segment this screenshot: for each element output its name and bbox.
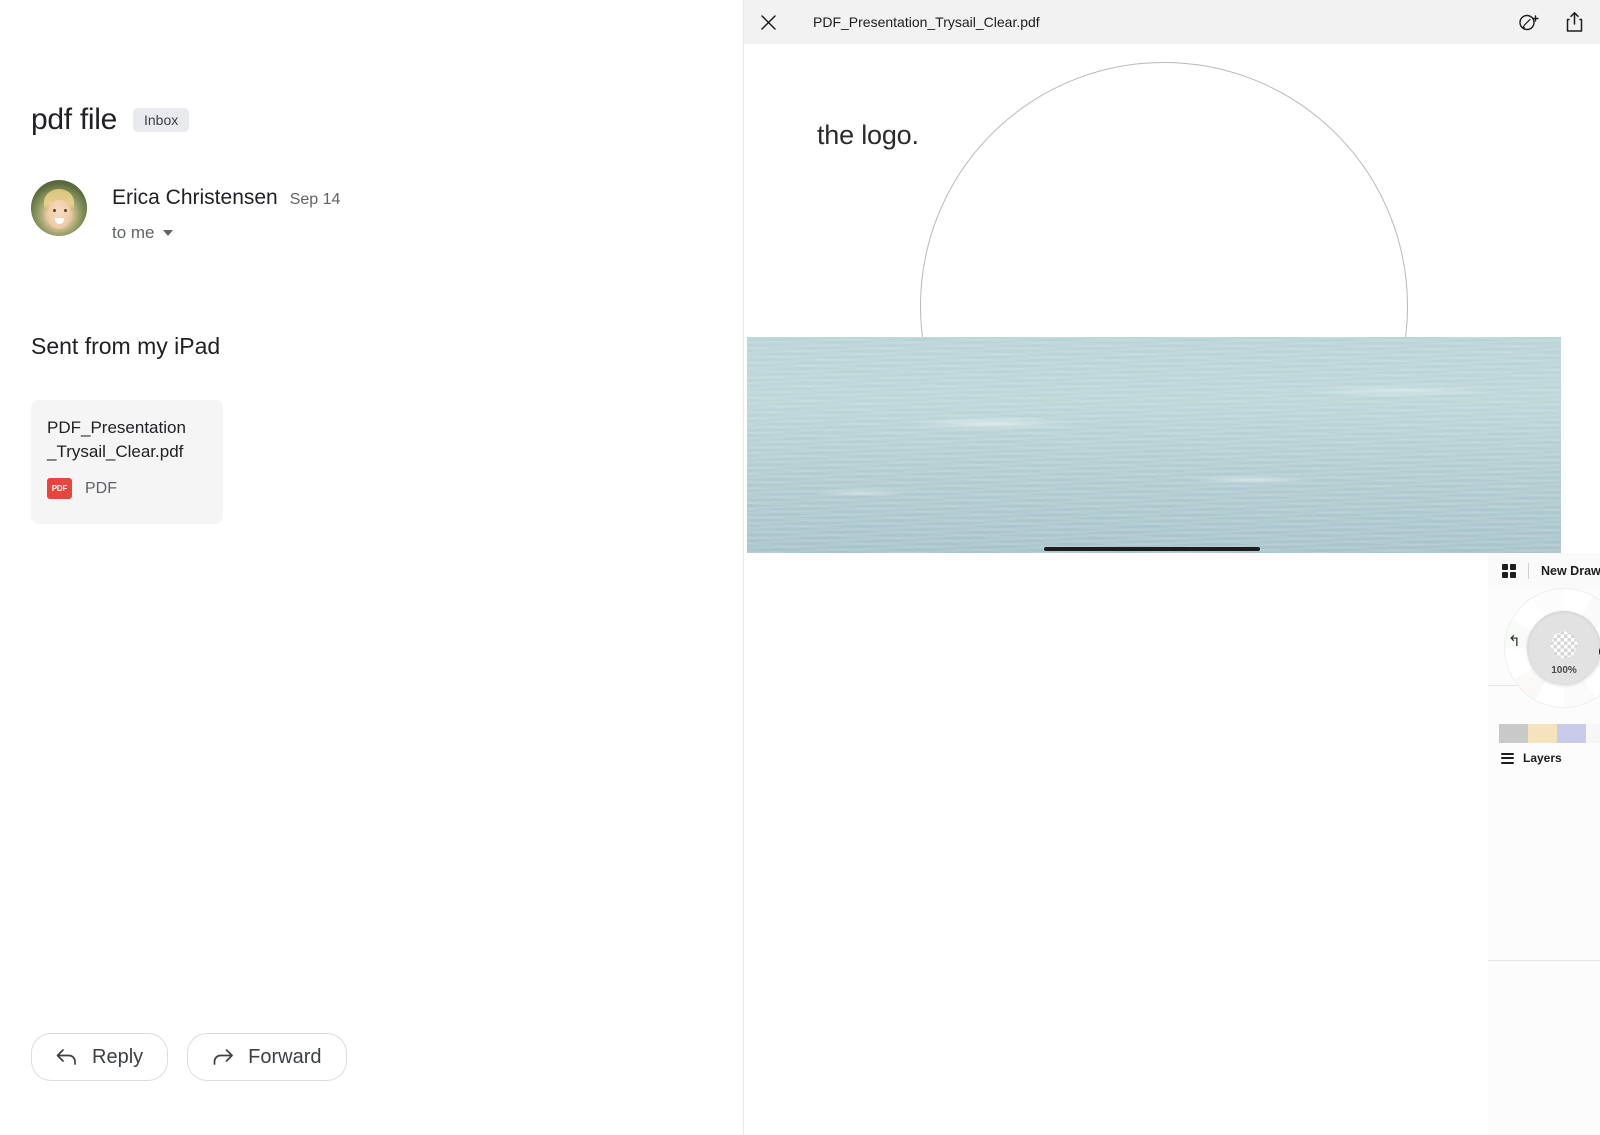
pdf-page-heading: the logo. — [817, 120, 919, 150]
subject-row: pdf file Inbox — [31, 103, 190, 137]
recipient-label: to me — [112, 223, 155, 242]
undo-icon[interactable]: ↰ — [1508, 632, 1521, 650]
attachment-name: PDF_Presentation _Trysail_Clear.pdf — [47, 418, 186, 462]
pdf-badge-icon: PDF — [47, 478, 72, 500]
drawing-bottom-bar: Rotate Off Scale Filters — [1488, 1091, 1600, 1135]
reply-label: Reply — [92, 1045, 144, 1068]
drawing-toolbar: New Drawing 2 W: 9.7547 in H: 6.0967 in … — [1488, 553, 1600, 589]
sender-name[interactable]: Erica Christensen — [112, 186, 278, 210]
attachment-kind: PDF — [85, 479, 117, 497]
color-swatch-empty-1[interactable] — [1586, 724, 1600, 743]
email-pane: pdf file Inbox Erica Christensen Sep 14 … — [0, 0, 744, 1135]
avatar[interactable] — [31, 180, 87, 236]
close-icon[interactable] — [760, 14, 777, 31]
chevron-down-icon — [162, 230, 173, 236]
page-scroll-indicator[interactable] — [1044, 547, 1260, 551]
layers-icon — [1501, 752, 1514, 764]
sea-photo — [747, 337, 1561, 553]
color-swatch-lavender[interactable] — [1557, 724, 1586, 743]
pdf-viewer-toolbar: PDF_Presentation_Trysail_Clear.pdf — [744, 0, 1600, 44]
forward-label: Forward — [248, 1045, 322, 1068]
gallery-grid-icon[interactable] — [1502, 564, 1516, 578]
recipient-toggle[interactable]: to me — [112, 223, 340, 243]
page-title: pdf file — [31, 103, 117, 136]
color-swatch-cream[interactable] — [1528, 724, 1557, 743]
opacity-value: 100% — [1551, 665, 1577, 676]
color-swatches — [1499, 724, 1600, 743]
ipad-screen: PDF_Presentation_Trysail_Clear.pdf the l… — [744, 0, 1600, 1135]
forward-button[interactable]: Forward — [187, 1033, 347, 1081]
pdf-page-1: the logo. — [747, 44, 1561, 553]
layers-label: Layers — [1523, 751, 1562, 765]
attachment-card[interactable]: PDF_Presentation _Trysail_Clear.pdf PDF … — [31, 400, 223, 524]
email-actions: Reply Forward — [31, 1033, 347, 1081]
forward-arrow-icon — [213, 1049, 233, 1065]
inbox-label-chip[interactable]: Inbox — [133, 108, 190, 132]
pdf-title: PDF_Presentation_Trysail_Clear.pdf — [813, 14, 1040, 30]
email-date: Sep 14 — [289, 191, 341, 208]
reply-arrow-icon — [56, 1049, 76, 1065]
sender-block: Erica Christensen Sep 14 to me — [31, 180, 340, 243]
drawing-document-name[interactable]: New Drawing 2 — [1541, 564, 1600, 578]
divider — [1528, 563, 1529, 579]
email-body: Sent from my iPad — [31, 333, 221, 359]
tool-wheel[interactable]: 100% ↰ — [1504, 588, 1600, 708]
pdf-preview[interactable]: the logo. — [744, 44, 1600, 553]
layers-button[interactable]: Layers — [1501, 751, 1562, 765]
screenshot-root: pdf file Inbox Erica Christensen Sep 14 … — [0, 0, 1600, 1135]
markup-add-icon[interactable] — [1518, 12, 1539, 33]
share-icon[interactable] — [1565, 11, 1584, 33]
color-swatch-gray[interactable] — [1499, 724, 1528, 743]
reply-button[interactable]: Reply — [31, 1033, 169, 1081]
